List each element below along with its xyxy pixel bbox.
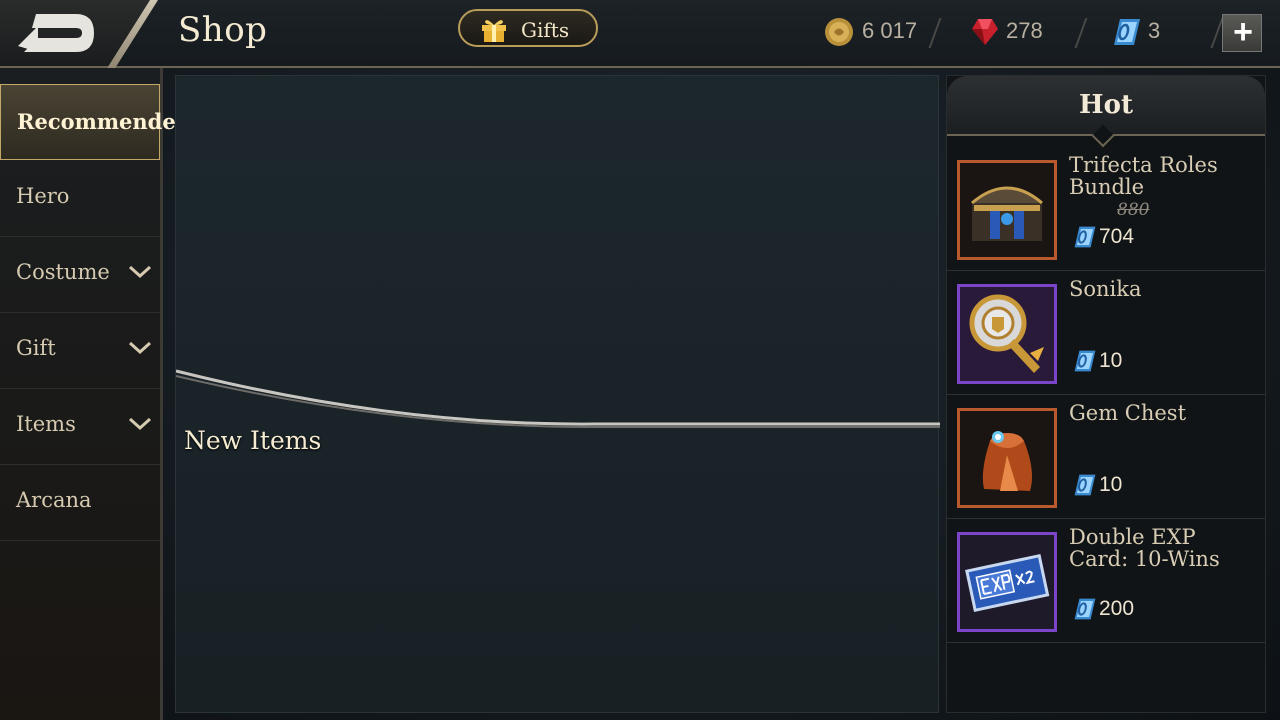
sidebar-item-label: Hero — [16, 184, 70, 208]
section-title-new-items: New Items — [184, 426, 322, 455]
voucher-icon — [1114, 19, 1140, 45]
sidebar-item-costume[interactable]: Costume — [0, 236, 160, 313]
sidebar-item-items[interactable]: Items — [0, 388, 160, 465]
sidebar-item-recommended[interactable]: Recommended — [0, 84, 190, 160]
ruby-gem-icon — [972, 19, 998, 45]
gold-coin-icon — [825, 18, 853, 46]
chevron-down-icon — [128, 341, 152, 355]
item-thumbnail — [957, 532, 1057, 632]
hot-title: Hot — [1079, 90, 1133, 120]
item-name: Sonika — [1069, 277, 1142, 301]
hot-item-trifecta-roles-bundle[interactable]: Trifecta Roles Bundle 880 704 — [947, 146, 1265, 271]
sidebar-item-hero[interactable]: Hero — [0, 160, 160, 237]
treasure-chest-icon — [971, 186, 1043, 241]
item-name: Double EXP Card: 10-Wins — [1069, 525, 1220, 571]
gold-currency: 6 017 — [824, 14, 942, 52]
gifts-label: Gifts — [521, 18, 570, 42]
back-arrow-icon — [18, 14, 94, 52]
decorative-divider — [176, 369, 940, 429]
item-price-value: 200 — [1099, 597, 1135, 620]
sidebar-item-label: Costume — [16, 260, 110, 284]
sidebar-item-label: Recommended — [17, 109, 191, 134]
sidebar-item-gift[interactable]: Gift — [0, 312, 160, 389]
golden-hammer-icon — [960, 287, 1054, 381]
exp-card-icon — [960, 535, 1054, 629]
item-old-price: 880 — [1117, 200, 1150, 220]
sidebar: Recommended Hero Costume Gift Items Arca… — [0, 68, 190, 720]
voucher-icon — [1074, 598, 1096, 620]
ruby-value: 278 — [1006, 18, 1043, 43]
page-title: Shop — [178, 10, 268, 50]
back-button[interactable] — [0, 0, 150, 66]
item-name: Trifecta Roles Bundle — [1069, 153, 1218, 199]
hot-item-double-exp-card[interactable]: Double EXP Card: 10-Wins 200 — [947, 518, 1265, 643]
voucher-currency: 3 — [1112, 14, 1224, 52]
gold-value: 6 017 — [862, 18, 918, 43]
voucher-value: 3 — [1148, 18, 1161, 43]
gifts-button[interactable]: Gifts — [458, 9, 598, 47]
chevron-down-icon — [128, 265, 152, 279]
item-price-value: 10 — [1099, 473, 1123, 496]
voucher-icon — [1074, 226, 1096, 248]
hot-item-sonika[interactable]: Sonika 10 — [947, 270, 1265, 395]
top-bar: Shop Gifts 6 017 278 3 + — [0, 0, 1280, 70]
item-name: Gem Chest — [1069, 401, 1187, 425]
add-currency-button[interactable]: + — [1222, 13, 1262, 52]
main-panel: New Items — [175, 75, 940, 713]
sidebar-item-label: Items — [16, 412, 76, 436]
item-price-value: 704 — [1099, 225, 1135, 248]
hot-item-gem-chest[interactable]: Gem Chest 10 — [947, 394, 1265, 519]
sidebar-item-label: Arcana — [16, 488, 92, 512]
sidebar-item-arcana[interactable]: Arcana — [0, 464, 160, 541]
item-thumbnail — [957, 160, 1057, 260]
item-price-value: 10 — [1099, 349, 1123, 372]
voucher-icon — [1074, 350, 1096, 372]
sidebar-item-label: Gift — [16, 336, 56, 360]
ruby-currency: 278 — [970, 14, 1088, 52]
gift-icon — [482, 20, 506, 42]
voucher-icon — [1074, 474, 1096, 496]
item-thumbnail — [957, 408, 1057, 508]
hot-panel: Hot Trifecta Roles Bundle 880 704 Sonika… — [946, 75, 1266, 713]
gem-pouch-icon — [982, 431, 1032, 491]
chevron-down-icon — [128, 417, 152, 431]
plus-icon: + — [1233, 13, 1253, 51]
item-thumbnail — [957, 284, 1057, 384]
